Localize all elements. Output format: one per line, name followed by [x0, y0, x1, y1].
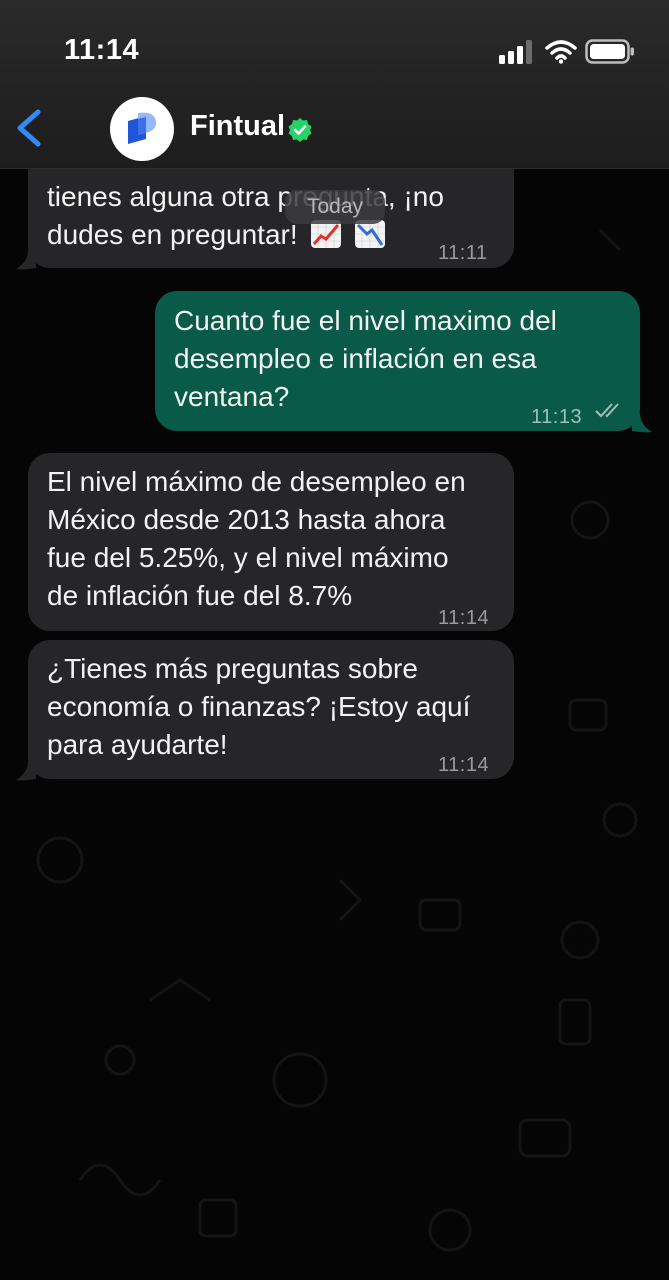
- battery-icon: [585, 39, 634, 64]
- message-text: tienes alguna otra pregunta, ¡no: [47, 181, 444, 212]
- contact-name[interactable]: Fintual: [190, 110, 285, 143]
- chat-header: 11:14 Fintual: [0, 0, 669, 169]
- message-text: El nivel máximo de desempleo en: [47, 466, 466, 497]
- message-text: México desde 2013 hasta ahora: [47, 504, 446, 535]
- message-time: 11:13: [531, 406, 583, 428]
- message-bubble-incoming[interactable]: ¿Tienes más preguntas sobre economía o f…: [28, 640, 514, 779]
- status-bar-time: 11:14: [64, 34, 140, 66]
- message-time: 11:11: [438, 242, 488, 264]
- message-bubble-incoming[interactable]: El nivel máximo de desempleo en México d…: [28, 453, 514, 631]
- message-time: 11:14: [438, 607, 490, 629]
- date-separator: Today: [285, 190, 385, 224]
- back-button[interactable]: [10, 104, 50, 152]
- cellular-signal-icon: [499, 40, 532, 64]
- message-text: fue del 5.25%, y el nivel máximo: [47, 542, 449, 573]
- chat-screen: tienes alguna otra pregunta, ¡no dudes e…: [0, 0, 669, 1280]
- message-bubble-outgoing[interactable]: Cuanto fue el nivel maximo del desempleo…: [155, 291, 640, 431]
- message-text: desempleo e inflación en esa: [174, 343, 537, 374]
- bubble-tail: [16, 761, 36, 781]
- chart-decreasing-icon: [355, 220, 386, 248]
- message-text: dudes en preguntar!: [47, 219, 298, 250]
- bubble-tail: [632, 413, 652, 433]
- fintual-logo-icon: [128, 112, 157, 144]
- bubble-tail: [16, 250, 36, 270]
- wifi-icon: [545, 40, 577, 64]
- message-text: Cuanto fue el nivel maximo del: [174, 305, 557, 336]
- double-check-icon: [595, 403, 619, 418]
- verified-badge-icon: [288, 118, 312, 142]
- message-time: 11:14: [438, 754, 490, 776]
- avatar[interactable]: [110, 97, 174, 161]
- message-text: economía o finanzas? ¡Estoy aquí: [47, 691, 471, 722]
- chart-increasing-icon: [311, 220, 342, 248]
- message-text: ¿Tienes más preguntas sobre: [47, 653, 418, 684]
